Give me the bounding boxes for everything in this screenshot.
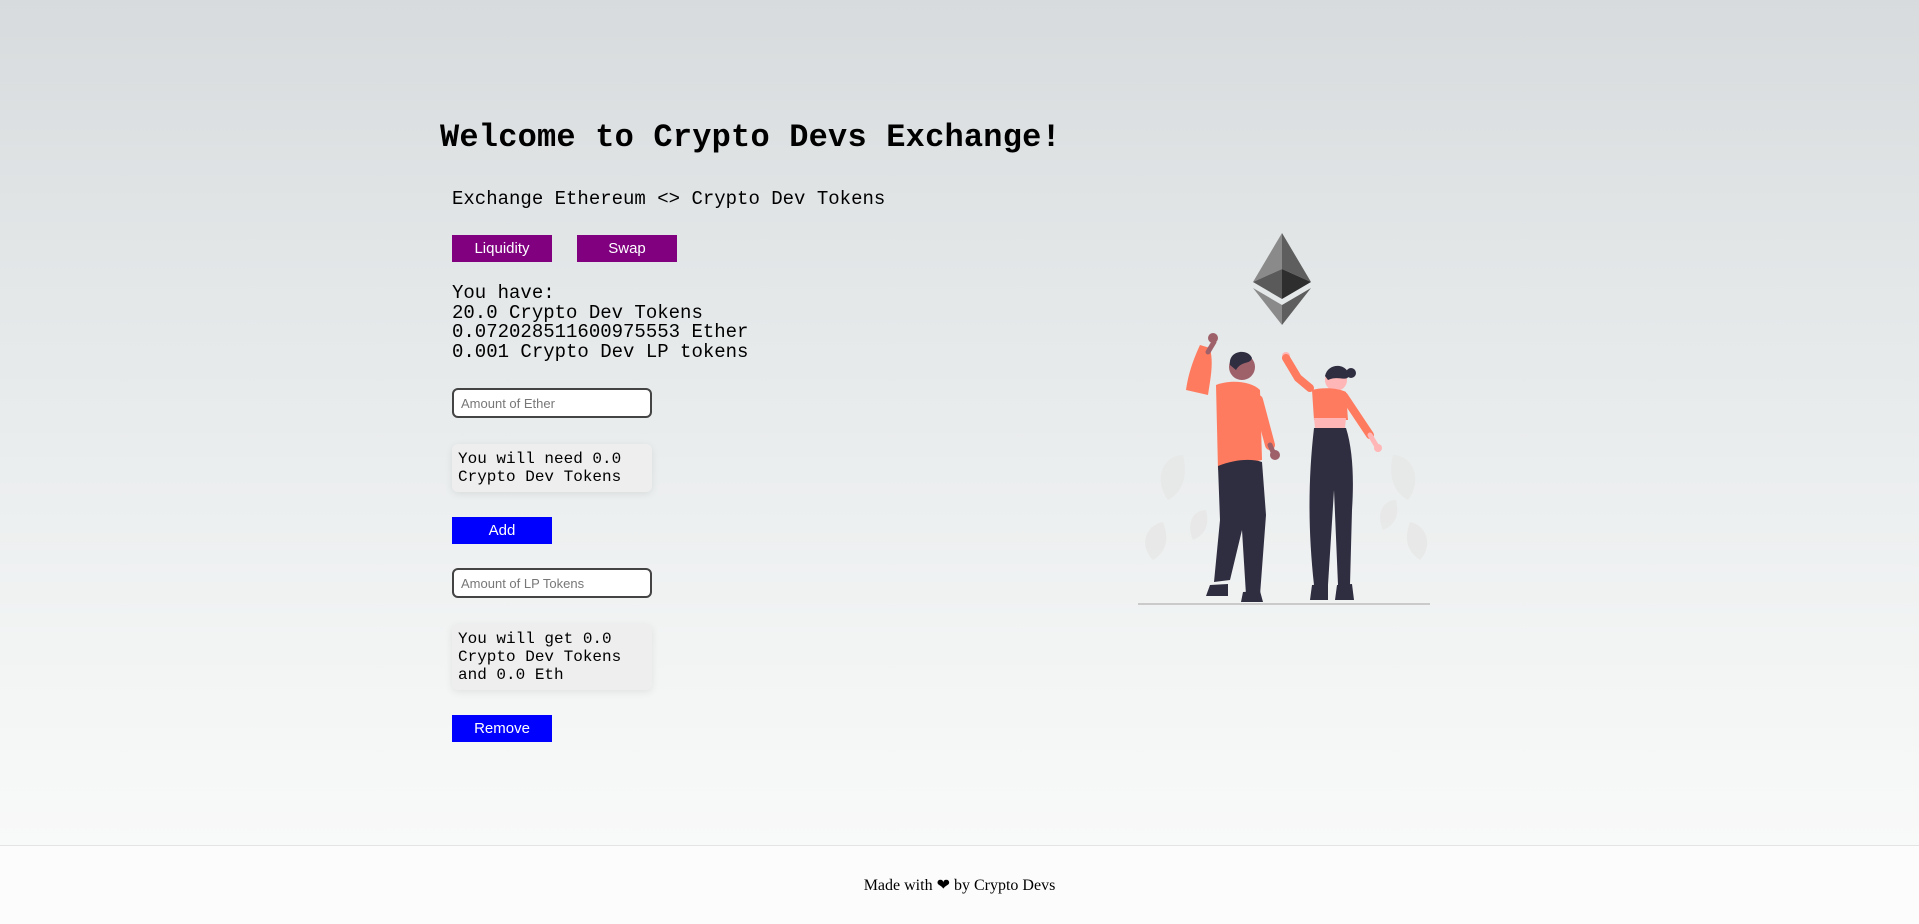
man-figure — [1186, 333, 1280, 602]
page-subtitle: Exchange Ethereum <> Crypto Dev Tokens — [452, 188, 886, 210]
page-title: Welcome to Crypto Devs Exchange! — [440, 119, 1061, 156]
lp-token-amount-input[interactable] — [452, 568, 652, 598]
lp-token-balance: 0.001 Crypto Dev LP tokens — [452, 340, 749, 363]
celebration-illustration — [1138, 233, 1430, 605]
ether-balance: 0.072028511600975553 Ether — [452, 321, 749, 343]
required-tokens-info: You will need 0.0 Crypto Dev Tokens — [452, 444, 652, 492]
ether-amount-input[interactable] — [452, 388, 652, 418]
remove-liquidity-button[interactable]: Remove — [452, 715, 552, 742]
ethereum-icon — [1253, 233, 1311, 325]
woman-figure — [1282, 352, 1382, 600]
swap-tab-button[interactable]: Swap — [577, 235, 677, 262]
liquidity-tab-button[interactable]: Liquidity — [452, 235, 552, 262]
removal-output-info: You will get 0.0 Crypto Dev Tokens and 0… — [452, 624, 652, 690]
balance-heading: You have: — [452, 282, 555, 304]
main-container: Welcome to Crypto Devs Exchange! Exchang… — [0, 0, 1919, 845]
page-footer: Made with ❤ by Crypto Devs — [0, 845, 1919, 924]
background-plants — [1145, 455, 1428, 560]
balance-summary: You have: 20.0 Crypto Dev Tokens 0.07202… — [452, 282, 749, 363]
add-liquidity-button[interactable]: Add — [452, 517, 552, 544]
footer-credit: Made with ❤ by Crypto Devs — [863, 877, 1056, 894]
